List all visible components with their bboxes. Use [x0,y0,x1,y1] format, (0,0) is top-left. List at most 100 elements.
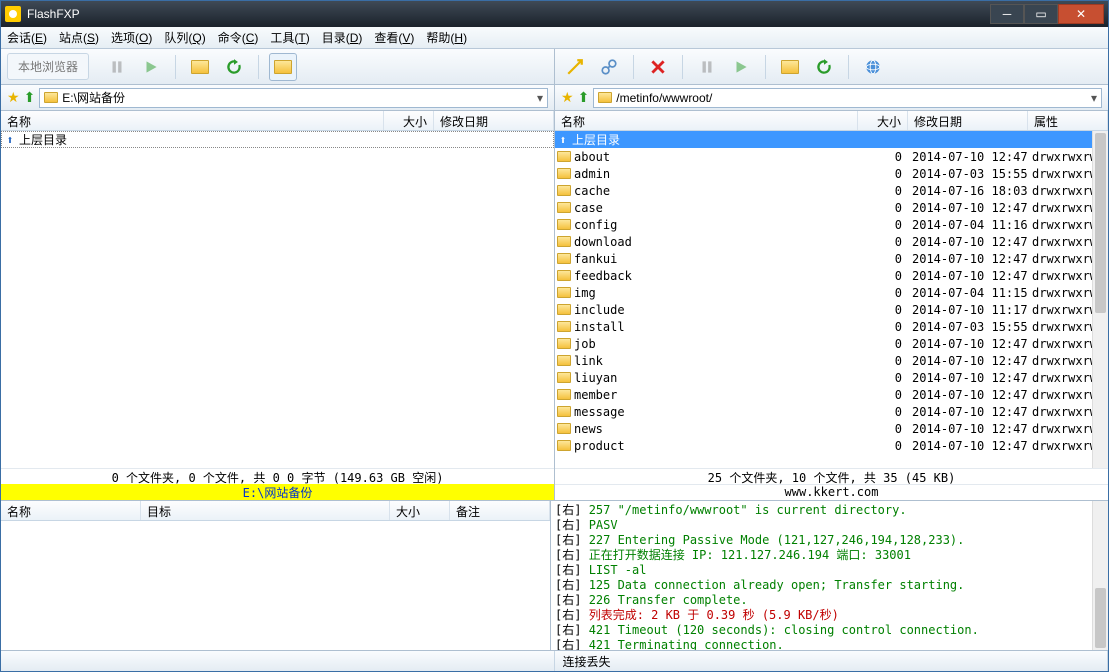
list-item[interactable]: admin02014-07-03 15:55drwxrwxrwx [555,165,1108,182]
list-item[interactable]: download02014-07-10 12:47drwxrwxrwx [555,233,1108,250]
list-item[interactable]: message02014-07-10 12:47drwxrwxrwx [555,403,1108,420]
toolbar-right [555,49,1108,84]
play-button-left[interactable] [137,53,165,81]
favorite-icon-left[interactable]: ★ [7,89,20,106]
list-item[interactable]: include02014-07-10 11:17drwxrwxrwx [555,301,1108,318]
list-item[interactable]: config02014-07-04 11:16drwxrwxrwx [555,216,1108,233]
folder-icon [557,253,571,264]
status-right: 连接丢失 [555,651,1109,671]
play-button-right[interactable] [727,53,755,81]
right-panel: 名称 大小 修改日期 属性 ⬆上层目录 about02014-07-10 12:… [555,111,1108,500]
col-name[interactable]: 名称 [1,111,384,130]
list-item[interactable]: product02014-07-10 12:47drwxrwxrwx [555,437,1108,454]
col-name[interactable]: 名称 [1,501,141,520]
scrollbar[interactable] [1092,501,1108,650]
titlebar[interactable]: FlashFXP ─ ▭ ✕ [1,1,1108,27]
scrollbar[interactable] [1092,131,1108,468]
list-item[interactable]: feedback02014-07-10 12:47drwxrwxrwx [555,267,1108,284]
folder-icon [557,202,571,213]
log-line: [右] 227 Entering Passive Mode (121,127,2… [555,533,1104,548]
menu-item[interactable]: 命令(C) [218,29,259,46]
col-date[interactable]: 修改日期 [434,111,554,130]
favorite-icon-right[interactable]: ★ [561,89,574,106]
refresh-button-left[interactable] [220,53,248,81]
left-panel: 名称 大小 修改日期 ⬆上层目录 0 个文件夹, 0 个文件, 共 0 0 字节… [1,111,555,500]
log-line: [右] 125 Data connection already open; Tr… [555,578,1104,593]
abort-button[interactable] [644,53,672,81]
col-size[interactable]: 大小 [390,501,450,520]
list-item[interactable]: news02014-07-10 12:47drwxrwxrwx [555,420,1108,437]
path-text-left: E:\网站备份 [62,89,125,106]
folder-icon [557,338,571,349]
menu-item[interactable]: 选项(O) [111,29,152,46]
up-icon-right[interactable]: ⬆ [578,89,590,106]
log-line: [右] 421 Timeout (120 seconds): closing c… [555,623,1104,638]
disconnect-button[interactable] [595,53,623,81]
menubar: 会话(E) 站点(S) 选项(O) 队列(Q) 命令(C) 工具(T) 目录(D) 查看(V)… [1,27,1108,49]
menu-item[interactable]: 站点(S) [59,29,99,46]
menu-item[interactable]: 查看(V) [374,29,414,46]
folder-icon [557,151,571,162]
right-file-list[interactable]: ⬆上层目录 about02014-07-10 12:47drwxrwxrwxad… [555,131,1108,468]
col-name[interactable]: 名称 [555,111,858,130]
log-line: [右] PASV [555,518,1104,533]
col-size[interactable]: 大小 [384,111,434,130]
right-list-header: 名称 大小 修改日期 属性 [555,111,1108,131]
list-item[interactable]: cache02014-07-16 18:03drwxrwxrwx [555,182,1108,199]
minimize-button[interactable]: ─ [990,4,1024,24]
folder-tool-left[interactable] [186,53,214,81]
folder-icon [557,423,571,434]
parent-dir-row[interactable]: ⬆上层目录 [1,131,554,148]
col-attr[interactable]: 属性 [1028,111,1108,130]
pause-button-left[interactable] [103,53,131,81]
list-item[interactable]: job02014-07-10 12:47drwxrwxrwx [555,335,1108,352]
parent-dir-row[interactable]: ⬆上层目录 [555,131,1108,148]
toolbar: 本地浏览器 [1,49,1108,85]
menu-item[interactable]: 工具(T) [270,29,309,46]
path-text-right: /metinfo/wwwroot/ [616,91,712,105]
list-item[interactable]: install02014-07-03 15:55drwxrwxrwx [555,318,1108,335]
explorer-button-left[interactable] [269,53,297,81]
menu-item[interactable]: 会话(E) [7,29,47,46]
dropdown-icon[interactable]: ▾ [1091,91,1097,105]
up-arrow-icon: ⬆ [4,134,16,146]
up-icon-left[interactable]: ⬆ [24,89,36,106]
refresh-button-right[interactable] [810,53,838,81]
connect-button[interactable] [561,53,589,81]
status-left [1,651,555,671]
col-target[interactable]: 目标 [141,501,390,520]
right-host: www.kkert.com [555,484,1108,500]
left-file-list[interactable]: ⬆上层目录 [1,131,554,468]
path-input-left[interactable]: E:\网站备份 ▾ [39,88,548,108]
menu-item[interactable]: 队列(Q) [164,29,205,46]
folder-icon [557,389,571,400]
list-item[interactable]: case02014-07-10 12:47drwxrwxrwx [555,199,1108,216]
statusbar: 连接丢失 [1,651,1108,671]
right-status: 25 个文件夹, 10 个文件, 共 35 (45 KB) [555,468,1108,484]
log-line: [右] 列表完成: 2 KB 于 0.39 秒 (5.9 KB/秒) [555,608,1104,623]
left-list-header: 名称 大小 修改日期 [1,111,554,131]
menu-item[interactable]: 帮助(H) [426,29,467,46]
list-item[interactable]: fankui02014-07-10 12:47drwxrwxrwx [555,250,1108,267]
list-item[interactable]: img02014-07-04 11:15drwxrwxrwx [555,284,1108,301]
list-item[interactable]: member02014-07-10 12:47drwxrwxrwx [555,386,1108,403]
folder-tool-right[interactable] [776,53,804,81]
list-item[interactable]: about02014-07-10 12:47drwxrwxrwx [555,148,1108,165]
col-remark[interactable]: 备注 [450,501,550,520]
dropdown-icon[interactable]: ▾ [537,91,543,105]
maximize-button[interactable]: ▭ [1024,4,1058,24]
pause-button-right[interactable] [693,53,721,81]
log-line: [右] 257 "/metinfo/wwwroot" is current di… [555,503,1104,518]
list-item[interactable]: liuyan02014-07-10 12:47drwxrwxrwx [555,369,1108,386]
menu-item[interactable]: 目录(D) [322,29,363,46]
folder-icon [557,168,571,179]
path-input-right[interactable]: /metinfo/wwwroot/ ▾ [593,88,1102,108]
globe-button[interactable] [859,53,887,81]
col-date[interactable]: 修改日期 [908,111,1028,130]
close-button[interactable]: ✕ [1058,4,1104,24]
log-line: [右] 226 Transfer complete. [555,593,1104,608]
log-panel[interactable]: [右] 257 "/metinfo/wwwroot" is current di… [551,501,1108,650]
col-size[interactable]: 大小 [858,111,908,130]
queue-list[interactable] [1,521,550,650]
list-item[interactable]: link02014-07-10 12:47drwxrwxrwx [555,352,1108,369]
